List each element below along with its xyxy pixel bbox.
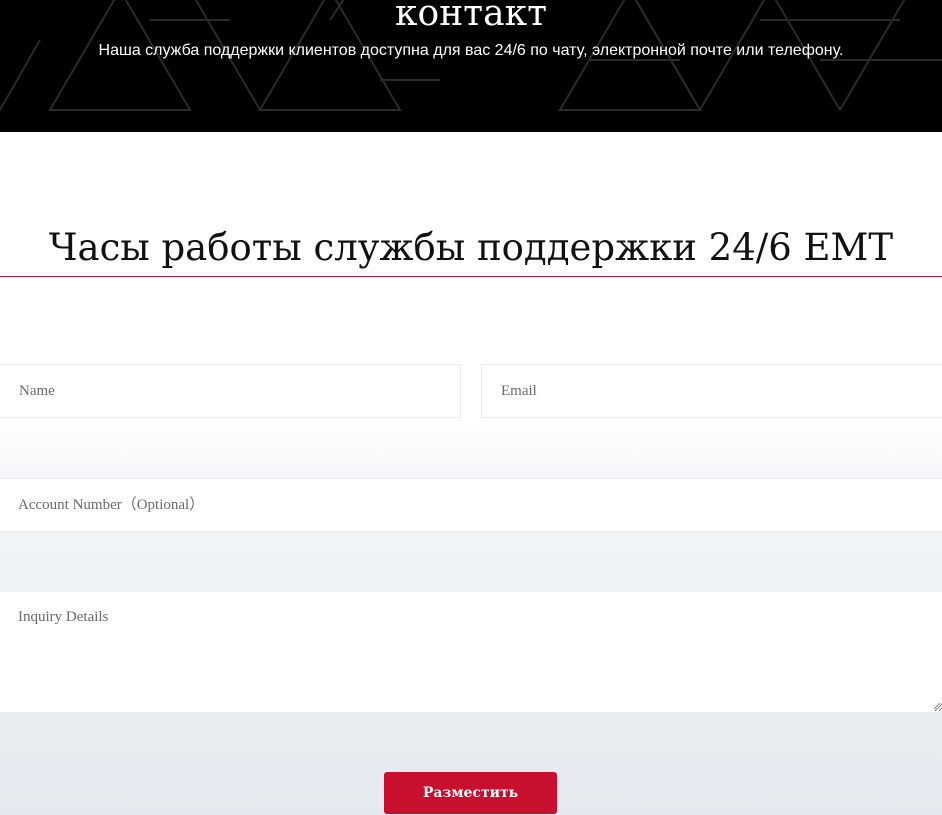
inquiry-details-field[interactable] (0, 592, 942, 712)
support-hours-heading: Часы работы службы поддержки 24/6 EMT (48, 226, 894, 269)
page-title: контакт (395, 0, 547, 34)
hero-banner: контакт Наша служба поддержки клиентов д… (0, 0, 942, 132)
account-number-field[interactable] (0, 478, 942, 532)
support-availability-text: Наша служба поддержки клиентов доступна … (98, 42, 844, 59)
submit-button[interactable]: Разместить (384, 772, 557, 814)
heading-divider (0, 276, 942, 277)
contact-page: контакт Наша служба поддержки клиентов д… (0, 0, 942, 815)
email-field[interactable] (481, 364, 942, 418)
name-field[interactable] (0, 364, 461, 418)
